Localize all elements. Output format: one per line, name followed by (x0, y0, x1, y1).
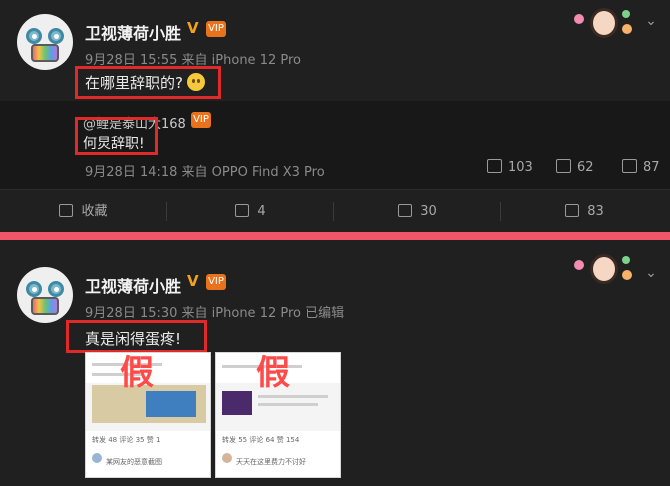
fake-overlay: 假 (120, 353, 155, 393)
comment-icon (398, 204, 413, 217)
image-caption: 某网友的恶意截图 (106, 458, 162, 466)
repost-card[interactable]: @鲤是泰山大168 VIP 何炅辞职! 9月28日 14:18 来自 OPPO … (0, 101, 670, 189)
favorite-button[interactable]: 收藏 (0, 190, 167, 233)
vip-badge-icon: VIP (191, 112, 211, 128)
repost-icon (487, 159, 502, 173)
image-tab-row: 转发 48 评论 35 赞 1 (92, 436, 161, 444)
repost-count[interactable]: 103 (487, 159, 533, 175)
weibo-post-2: 卫视薄荷小胜 V VIP 9月28日 15:30 来自 iPhone 12 Pr… (0, 240, 670, 486)
fake-overlay: 假 (256, 353, 291, 393)
author-name[interactable]: 卫视薄荷小胜 (85, 20, 181, 44)
like-icon (565, 204, 580, 217)
avatar[interactable] (17, 14, 73, 70)
image-tab-row: 转发 55 评论 64 赞 154 (222, 436, 300, 444)
highlight-box (66, 320, 207, 353)
comment-icon (556, 159, 571, 173)
like-icon (622, 159, 637, 173)
action-bar: 收藏 4 30 83 (0, 189, 670, 232)
highlight-box (75, 66, 221, 99)
verified-icon: V (187, 19, 199, 37)
robot-avatar-icon (24, 273, 66, 317)
like-count[interactable]: 87 (622, 159, 660, 175)
like-button[interactable]: 83 (501, 190, 668, 233)
highlight-box (75, 117, 158, 155)
image-caption: 天天在这里费力不讨好 (236, 458, 306, 466)
comment-button[interactable]: 30 (334, 190, 501, 233)
card-decoration-icon (572, 6, 632, 44)
post-meta: 9月28日 15:30 来自 iPhone 12 Pro 已编辑 (85, 306, 345, 321)
author-name[interactable]: 卫视薄荷小胜 (85, 273, 181, 297)
section-divider (0, 232, 670, 240)
robot-avatar-icon (24, 20, 66, 64)
chevron-down-icon[interactable]: ⌄ (642, 12, 660, 30)
vip-badge-icon: VIP (206, 21, 226, 37)
repost-meta: 9月28日 14:18 来自 OPPO Find X3 Pro (85, 165, 325, 180)
comment-count[interactable]: 62 (556, 159, 594, 175)
avatar[interactable] (17, 267, 73, 323)
repost-button[interactable]: 4 (167, 190, 334, 233)
verified-icon: V (187, 272, 199, 290)
card-decoration-icon (572, 252, 632, 290)
repost-icon (235, 204, 250, 217)
post-image-1[interactable]: 假 转发 48 评论 35 赞 1 某网友的恶意截图 (85, 352, 211, 478)
weibo-post-1: 卫视薄荷小胜 V VIP 9月28日 15:55 来自 iPhone 12 Pr… (0, 0, 670, 232)
vip-badge-icon: VIP (206, 274, 226, 290)
chevron-down-icon[interactable]: ⌄ (642, 264, 660, 282)
post-image-2[interactable]: 假 转发 55 评论 64 赞 154 天天在这里费力不讨好 (215, 352, 341, 478)
star-icon (59, 204, 74, 217)
